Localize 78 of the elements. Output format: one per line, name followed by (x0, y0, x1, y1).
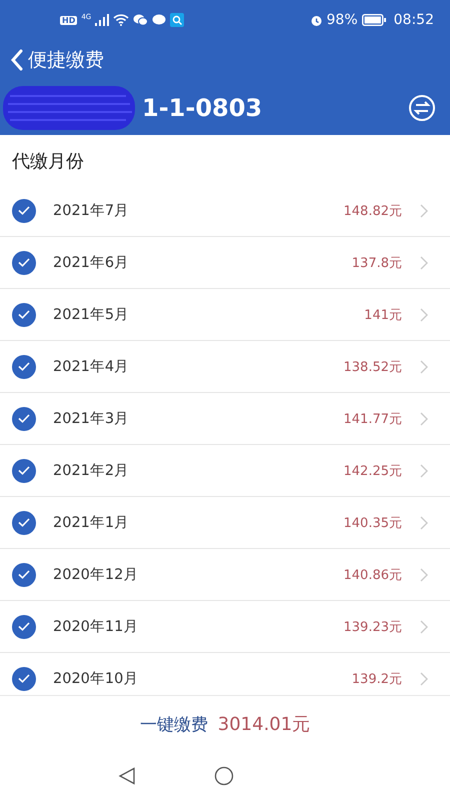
month-row[interactable]: 2021年6月 137.8元 (0, 237, 450, 289)
month-row[interactable]: 2021年1月 140.35元 (0, 497, 450, 549)
account-number: 1-1-0803 (142, 94, 262, 122)
month-label: 2020年12月 (53, 566, 138, 584)
checkbox[interactable] (12, 614, 36, 638)
month-row[interactable]: 2020年12月 140.86元 (0, 549, 450, 601)
chevron-icon (420, 568, 428, 582)
back-nav-icon[interactable] (118, 767, 136, 785)
chevron-icon (420, 620, 428, 634)
alarm-icon (310, 14, 323, 26)
switch-account-button[interactable] (408, 94, 436, 122)
check-icon (18, 570, 30, 579)
check-icon (18, 518, 30, 527)
month-label: 2021年1月 (53, 514, 130, 532)
section-title: 代缴月份 (11, 150, 85, 174)
checkbox[interactable] (12, 510, 36, 534)
month-label: 2021年2月 (53, 462, 130, 480)
chat-icon (133, 14, 148, 26)
hd-badge: HD (60, 16, 78, 24)
checkbox[interactable] (12, 250, 36, 274)
chevron-icon (420, 672, 428, 686)
amount: 140.86元 (344, 566, 402, 584)
battery-icon (362, 14, 386, 26)
checkbox[interactable] (12, 666, 36, 690)
chevron-icon (420, 412, 428, 426)
month-label: 2021年6月 (53, 254, 130, 272)
amount: 141元 (364, 306, 402, 324)
month-label: 2020年10月 (53, 670, 138, 688)
chevron-icon (420, 464, 428, 478)
amount: 137.8元 (352, 254, 402, 272)
month-label: 2021年5月 (53, 306, 130, 324)
month-label: 2021年3月 (53, 410, 130, 428)
checkbox[interactable] (12, 458, 36, 482)
amount: 148.82元 (344, 202, 402, 220)
check-icon (18, 206, 30, 215)
signal-icon (95, 14, 110, 26)
check-icon (18, 310, 30, 319)
month-row[interactable]: 2021年5月 141元 (0, 289, 450, 341)
chevron-icon (420, 516, 428, 530)
check-icon (18, 414, 30, 423)
month-row[interactable]: 2021年7月 148.82元 (0, 185, 450, 237)
month-label: 2021年7月 (53, 202, 130, 220)
month-row[interactable]: 2021年2月 142.25元 (0, 445, 450, 497)
total-amount: 3014.01元 (218, 713, 310, 736)
chevron-icon (420, 360, 428, 374)
amount: 140.35元 (344, 514, 402, 532)
amount: 138.52元 (344, 358, 402, 376)
checkbox[interactable] (12, 302, 36, 326)
wifi-icon (113, 14, 130, 26)
month-row[interactable]: 2021年3月 141.77元 (0, 393, 450, 445)
search-icon (170, 13, 184, 27)
home-nav-icon[interactable] (214, 766, 234, 786)
back-icon (10, 49, 24, 71)
amount: 142.25元 (344, 462, 402, 480)
check-icon (18, 362, 30, 371)
chevron-icon (420, 308, 428, 322)
checkbox[interactable] (12, 354, 36, 378)
checkbox[interactable] (12, 406, 36, 430)
check-icon (18, 258, 30, 267)
month-row[interactable]: 2021年4月 138.52元 (0, 341, 450, 393)
back-button[interactable]: 便捷缴费 (10, 47, 104, 73)
checkbox[interactable] (12, 562, 36, 586)
pay-all-button[interactable]: 一键缴费 (140, 712, 208, 736)
check-icon (18, 622, 30, 631)
checkbox[interactable] (12, 198, 36, 222)
chevron-icon (420, 204, 428, 218)
battery-percent: 98% (326, 12, 358, 28)
month-row[interactable]: 2020年11月 139.23元 (0, 601, 450, 653)
check-icon (18, 674, 30, 683)
amount: 139.2元 (352, 670, 402, 688)
status-time: 08:52 (394, 12, 434, 28)
check-icon (18, 466, 30, 475)
amount: 141.77元 (344, 410, 402, 428)
month-label: 2020年11月 (53, 618, 138, 636)
chevron-icon (420, 256, 428, 270)
month-label: 2021年4月 (53, 358, 130, 376)
message-icon (152, 14, 166, 26)
amount: 139.23元 (344, 618, 402, 636)
